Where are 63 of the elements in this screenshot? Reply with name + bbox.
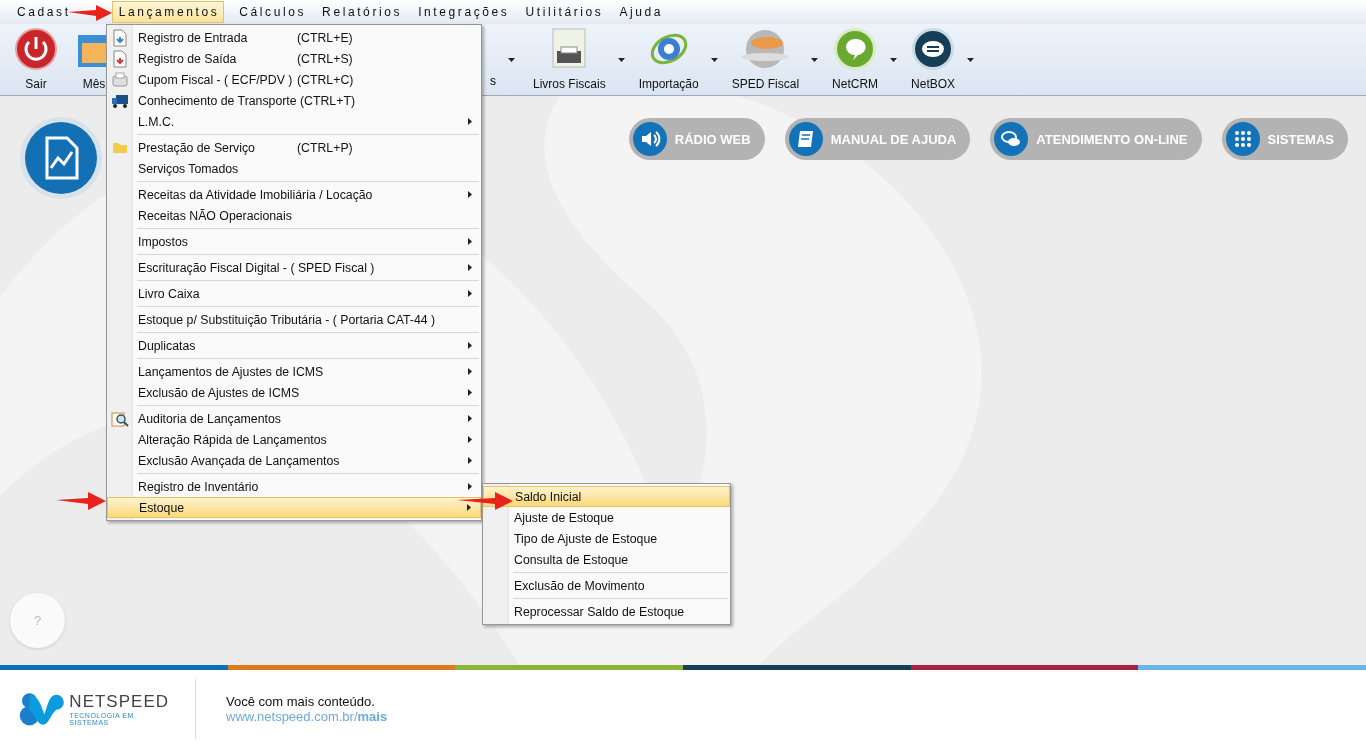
- toolbar-button[interactable]: NetCRM: [824, 27, 887, 93]
- menu-item[interactable]: Registro de Entrada (CTRL+E): [107, 27, 481, 48]
- menu-item[interactable]: Cálculos: [238, 1, 308, 23]
- menu-item[interactable]: Exclusão de Ajustes de ICMS: [107, 382, 481, 403]
- folder-icon: [111, 141, 128, 154]
- document-chart-icon[interactable]: [19, 116, 103, 200]
- menu-item[interactable]: Exclusão Avançada de Lançamentos: [107, 450, 481, 471]
- caret-icon[interactable]: [811, 58, 819, 62]
- caret-icon[interactable]: [617, 58, 625, 62]
- menu-item[interactable]: Saldo Inicial: [483, 486, 730, 507]
- caret-icon[interactable]: [710, 58, 718, 62]
- toolbar-button[interactable]: Sair: [6, 27, 66, 93]
- menu-item[interactable]: Relatórios: [321, 1, 404, 23]
- menu-item[interactable]: Impostos: [107, 231, 481, 252]
- menu-item[interactable]: Tipo de Ajuste de Estoque: [483, 528, 730, 549]
- menu-item[interactable]: Registro de Inventário: [107, 476, 481, 497]
- menu-item[interactable]: Alteração Rápida de Lançamentos: [107, 429, 481, 450]
- toolbar-button[interactable]: SPED Fiscal: [723, 27, 808, 93]
- menu-item[interactable]: Lançamentos: [111, 1, 225, 23]
- menu-item[interactable]: Ajuda: [618, 1, 665, 23]
- menu-item[interactable]: Livro Caixa: [107, 283, 481, 304]
- toolbar-button[interactable]: Livros Fiscais: [525, 27, 614, 93]
- menu-item[interactable]: Receitas NÃO Operacionais: [107, 205, 481, 226]
- toolbar-button[interactable]: Importação: [630, 27, 707, 93]
- truck-icon: [110, 93, 129, 108]
- document-icon: [111, 28, 128, 47]
- toolbar-button[interactable]: NetBOX: [903, 27, 964, 93]
- menu-item[interactable]: Lançamentos de Ajustes de ICMS: [107, 361, 481, 382]
- menu-item[interactable]: Conhecimento de Transporte (CTRL+T): [107, 90, 481, 111]
- menu-item[interactable]: Ajuste de Estoque: [483, 507, 730, 528]
- menu-item[interactable]: Exclusão de Movimento: [483, 575, 730, 596]
- document-icon: [111, 49, 128, 68]
- slogan-text: Você com mais conteúdo.: [226, 693, 376, 709]
- menu-item[interactable]: Utilitários: [524, 1, 605, 23]
- menu-item[interactable]: Receitas da Atividade Imobiliária / Locação: [107, 184, 481, 205]
- caret-icon[interactable]: [890, 58, 898, 62]
- menu-item[interactable]: Consulta de Estoque: [483, 549, 730, 570]
- chat-icon: [833, 27, 878, 71]
- chat-icon: [994, 122, 1029, 156]
- menu-item[interactable]: Escrituração Fiscal Digital - ( SPED Fiscal ): [107, 257, 481, 278]
- grid-icon: [1225, 122, 1260, 156]
- power-icon: [14, 27, 58, 71]
- menu-item[interactable]: Reprocessar Saldo de Estoque: [483, 601, 730, 622]
- menu-item[interactable]: Auditoria de Lançamentos: [107, 408, 481, 429]
- menu-item[interactable]: Integrações: [417, 1, 511, 23]
- brand-name: NETSPEED: [69, 691, 169, 712]
- menu-item[interactable]: Serviços Tomados: [107, 158, 481, 179]
- cloud-icon: [911, 27, 956, 71]
- book-icon: [788, 122, 823, 156]
- menu-item[interactable]: Registro de Saída (CTRL+S): [107, 48, 481, 69]
- menu-item[interactable]: L.M.C.: [107, 111, 481, 132]
- menu-item[interactable]: Estoque: [107, 497, 481, 518]
- menu-item[interactable]: Cupom Fiscal - ( ECF/PDV ) (CTRL+C): [107, 69, 481, 90]
- speaker-icon: [632, 122, 667, 156]
- search-icon: [110, 409, 129, 428]
- menu-item[interactable]: Duplicatas: [107, 335, 481, 356]
- menu-item[interactable]: Cadast: [16, 1, 72, 23]
- toolbar-label: s: [490, 74, 496, 90]
- caret-icon[interactable]: [967, 58, 975, 62]
- menu-item[interactable]: Prestação de Serviço (CTRL+P): [107, 137, 481, 158]
- menu-item[interactable]: Estoque p/ Substituição Tributária - ( Portaria CAT-44 ): [107, 309, 481, 330]
- caret-icon[interactable]: [508, 58, 515, 62]
- printer-icon: [110, 71, 129, 88]
